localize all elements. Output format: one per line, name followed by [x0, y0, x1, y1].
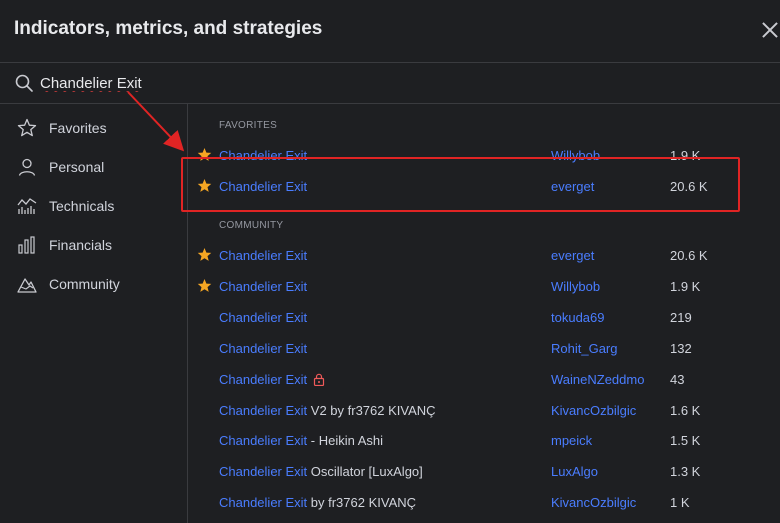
- sidebar-item-label: Personal: [49, 159, 105, 175]
- technicals-chart-icon: [17, 198, 37, 214]
- star-filled-icon[interactable]: [197, 178, 212, 193]
- dialog-header: Indicators, metrics, and strategies: [0, 0, 780, 63]
- indicator-usage-count: 1 K: [670, 495, 690, 511]
- indicator-author[interactable]: everget: [551, 179, 594, 194]
- indicator-row[interactable]: Chandelier Exit tokuda69 219: [188, 303, 780, 333]
- indicator-usage-count: 20.6 K: [670, 179, 708, 194]
- indicator-name-match: Chandelier Exit: [219, 402, 308, 418]
- indicator-name[interactable]: Chandelier Exit: [219, 372, 325, 387]
- indicator-author[interactable]: Rohit_Garg: [551, 341, 617, 356]
- sidebar-item-community[interactable]: Community: [0, 267, 186, 301]
- indicator-name-match: Chandelier Exit: [219, 278, 308, 294]
- indicator-author[interactable]: LuxAlgo: [551, 464, 598, 479]
- indicator-name-match: Chandelier Exit: [219, 433, 308, 449]
- indicator-name-match: Chandelier Exit: [219, 340, 308, 356]
- mountain-icon: [17, 278, 37, 293]
- indicator-name[interactable]: Chandelier Exit by fr3762 KIVANÇ: [219, 495, 416, 510]
- indicator-name-suffix: V2 by fr3762 KIVANÇ: [307, 402, 436, 418]
- indicator-row[interactable]: Chandelier Exit Rohit_Garg 132: [188, 334, 780, 364]
- indicator-usage-count: 132: [670, 340, 692, 356]
- indicator-name-match: Chandelier Exit: [219, 148, 308, 163]
- sidebar-item-favorites[interactable]: Favorites: [0, 111, 186, 145]
- indicator-name-match: Chandelier Exit: [219, 179, 308, 194]
- indicator-name-match: Chandelier Exit: [219, 371, 308, 387]
- indicators-dialog: Indicators, metrics, and strategies Favo…: [0, 0, 780, 523]
- lock-icon: [314, 373, 325, 386]
- search-icon: [15, 74, 33, 92]
- indicator-name-suffix: by fr3762 KIVANÇ: [307, 495, 417, 511]
- indicator-row[interactable]: Chandelier Exit Oscillator [LuxAlgo] LuxA…: [188, 457, 780, 487]
- indicator-usage-count: 20.6 K: [670, 248, 708, 263]
- indicator-name-suffix: - Heikin Ashi: [307, 433, 384, 449]
- indicator-row[interactable]: Chandelier Exit everget 20.6 K: [188, 172, 780, 202]
- results-list: FAVORITES Chandelier Exit Willybob 1.9 K Ch…: [188, 104, 780, 523]
- indicator-author[interactable]: everget: [551, 248, 594, 263]
- sidebar-item-label: Technicals: [49, 198, 115, 214]
- indicator-usage-count: 1.9 K: [670, 148, 701, 163]
- indicator-usage-count: 1.5 K: [670, 433, 701, 449]
- indicator-row[interactable]: Chandelier Exit - Heikin Ashi mpeick 1.5 K: [188, 426, 780, 456]
- sidebar-item-personal[interactable]: Personal: [0, 150, 186, 184]
- search-input[interactable]: [40, 71, 640, 95]
- indicator-usage-count: 219: [670, 309, 692, 325]
- star-filled-icon[interactable]: [197, 278, 212, 293]
- indicator-name[interactable]: Chandelier Exit: [219, 341, 307, 356]
- category-sidebar: Favorites Personal Technicals Financials…: [0, 104, 188, 523]
- indicator-name[interactable]: Chandelier Exit V2 by fr3762 KIVANÇ: [219, 403, 436, 418]
- indicator-author[interactable]: KivancOzbilgic: [551, 495, 636, 510]
- indicator-name[interactable]: Chandelier Exit Oscillator [LuxAlgo]: [219, 464, 423, 479]
- indicator-row[interactable]: Chandelier Exit everget 20.6 K: [188, 241, 780, 271]
- indicator-row[interactable]: Chandelier Exit by fr3762 KIVANÇ KivancOz…: [188, 488, 780, 518]
- indicator-author[interactable]: mpeick: [551, 433, 592, 448]
- indicator-name-suffix: Oscillator [LuxAlgo]: [307, 464, 423, 480]
- sidebar-item-label: Financials: [49, 237, 113, 253]
- indicator-author[interactable]: KivancOzbilgic: [551, 403, 636, 418]
- indicator-name-match: Chandelier Exit: [219, 464, 308, 480]
- star-filled-icon[interactable]: [197, 147, 212, 162]
- sidebar-item-label: Community: [49, 276, 120, 292]
- sidebar-item-technicals[interactable]: Technicals: [0, 189, 186, 223]
- indicator-name[interactable]: Chandelier Exit - Heikin Ashi: [219, 433, 383, 448]
- star-filled-icon[interactable]: [197, 247, 212, 262]
- indicator-row[interactable]: Chandelier Exit WaineNZeddmo 43: [188, 365, 780, 395]
- indicator-name[interactable]: Chandelier Exit: [219, 148, 307, 163]
- sidebar-item-label: Favorites: [49, 120, 107, 136]
- search-bar: [0, 63, 780, 104]
- section-header-favorites: FAVORITES: [219, 120, 278, 131]
- indicator-name-match: Chandelier Exit: [219, 495, 308, 511]
- person-icon: [18, 158, 36, 176]
- indicator-name[interactable]: Chandelier Exit: [219, 179, 307, 194]
- star-outline-icon: [17, 118, 37, 137]
- bar-chart-icon: [18, 236, 35, 254]
- indicator-usage-count: 43: [670, 371, 685, 387]
- indicator-row[interactable]: Chandelier Exit Willybob 1.9 K: [188, 272, 780, 302]
- indicator-name[interactable]: Chandelier Exit: [219, 248, 307, 263]
- indicator-name[interactable]: Chandelier Exit: [219, 279, 307, 294]
- indicator-row[interactable]: Chandelier Exit V2 by fr3762 KIVANÇ Kivan…: [188, 396, 780, 426]
- indicator-name-match: Chandelier Exit: [219, 309, 308, 325]
- indicator-usage-count: 1.6 K: [670, 402, 701, 418]
- indicator-name[interactable]: Chandelier Exit: [219, 310, 307, 325]
- indicator-row[interactable]: Chandelier Exit Willybob 1.9 K: [188, 141, 780, 171]
- dialog-title: Indicators, metrics, and strategies: [14, 18, 323, 39]
- indicator-usage-count: 1.3 K: [670, 464, 701, 480]
- section-header-community: COMMUNITY: [219, 220, 284, 231]
- sidebar-item-financials[interactable]: Financials: [0, 228, 186, 262]
- indicator-author[interactable]: WaineNZeddmo: [551, 372, 644, 387]
- indicator-author[interactable]: Willybob: [551, 148, 600, 163]
- indicator-name-match: Chandelier Exit: [219, 248, 308, 263]
- indicator-author[interactable]: tokuda69: [551, 310, 605, 325]
- close-icon[interactable]: [760, 18, 780, 42]
- indicator-author[interactable]: Willybob: [551, 279, 600, 294]
- indicator-usage-count: 1.9 K: [670, 278, 701, 294]
